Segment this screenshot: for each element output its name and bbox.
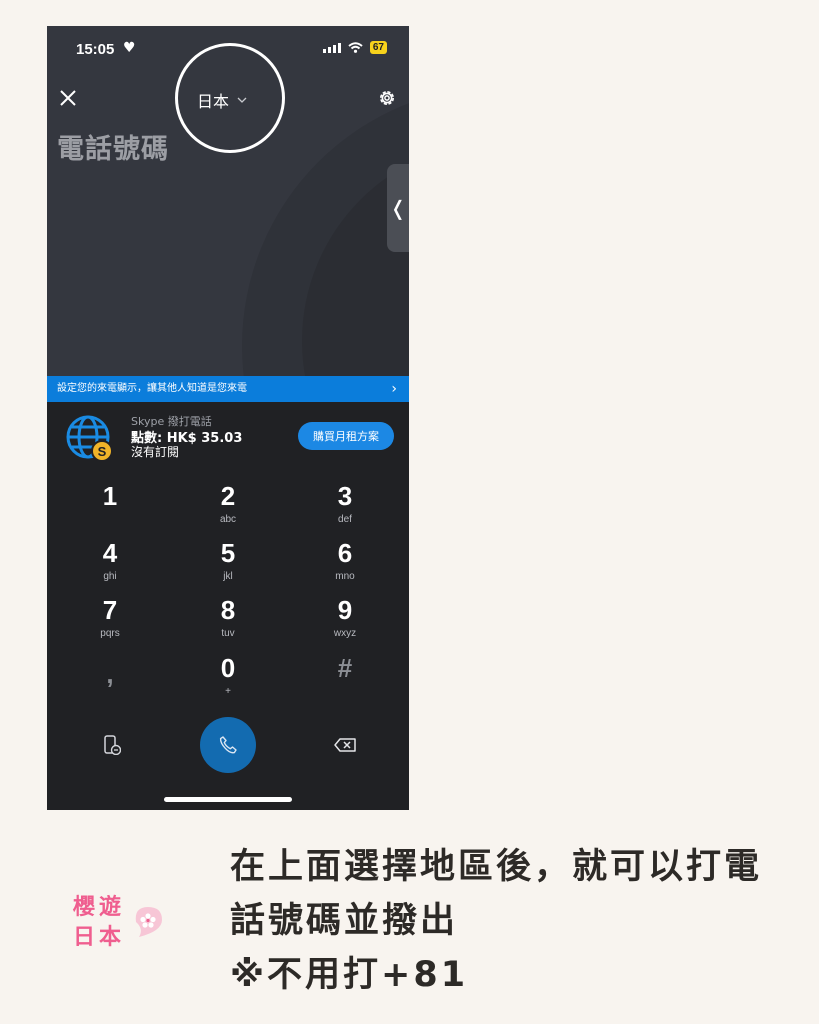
logo-line-2: 日本 [73,925,126,950]
page-title: 電話號碼 [57,134,169,165]
key-9[interactable]: 9 wxyz [305,595,385,651]
banner-text: 設定您的來電顯示，讓其他人知道是您來電 [57,383,247,394]
side-panel-handle[interactable]: ❬ [387,164,409,252]
site-logo: 櫻遊 日本 [73,893,125,953]
key-letters: wxyz [333,628,357,639]
key-letters: def [338,514,352,525]
caption-line-1: 在上面選擇地區後，就可以打電 [230,847,763,887]
svg-text:S: S [98,444,107,459]
key-letters: ghi [103,571,117,582]
key-6[interactable]: 6 mno [305,538,385,594]
key-letters: jkl [223,571,233,582]
caption-line-3: ※不用打+81 [230,955,469,995]
key-0[interactable]: 0 + [188,653,268,709]
key-5[interactable]: 5 jkl [188,538,268,594]
key-3[interactable]: 3 def [305,481,385,537]
dialer-header-area: 15:05 ♥ 67 日本 電話號碼 ❬ [47,26,409,376]
caller-id-banner[interactable]: 設定您的來電顯示，讓其他人知道是您來電 › [47,376,409,402]
backspace-icon[interactable] [332,733,358,757]
key-digit: 1 [102,481,118,511]
key-hash[interactable]: # [305,653,385,709]
key-letters: + [225,686,231,697]
key-digit: 5 [220,538,236,568]
sakura-logo-icon [135,907,162,937]
close-icon[interactable] [57,87,79,109]
key-4[interactable]: 4 ghi [70,538,150,594]
signal-icon [322,42,341,53]
key-digit: , [106,659,114,689]
highlight-circle [175,43,285,153]
chevron-right-icon: › [391,381,397,397]
key-digit: 6 [337,538,353,568]
phone-icon [219,736,237,754]
gear-icon[interactable] [375,86,399,110]
key-digit: 7 [102,595,118,625]
logo-line-1: 櫻遊 [73,895,126,920]
key-7[interactable]: 7 pqrs [70,595,150,651]
key-letters: mno [335,571,355,582]
key-digit: 0 [220,653,236,683]
caption-line-2: 話號碼並撥出 [230,901,459,941]
key-2[interactable]: 2 abc [188,481,268,537]
instruction-caption: 在上面選擇地區後，就可以打電 話號碼並撥出 ※不用打+81 [230,840,800,1002]
key-digit: 4 [102,538,118,568]
home-indicator [164,797,292,802]
phone-credit-icon[interactable] [100,733,124,757]
buy-plan-button[interactable]: 購買月租方案 [298,422,394,450]
key-digit: 2 [220,481,236,511]
skype-globe-icon: S [66,415,113,462]
call-button[interactable] [200,717,256,773]
credit-panel: S Skype 撥打電話 點數: HK$ 35.03 沒有訂閱 購買月租方案 [47,402,409,472]
key-letters: tuv [221,628,235,639]
key-letters: pqrs [100,628,120,639]
key-8[interactable]: 8 tuv [188,595,268,651]
heart-icon: ♥ [123,40,136,56]
key-digit: 9 [337,595,353,625]
key-digit: 3 [337,481,353,511]
status-icons: 67 [322,41,387,54]
wifi-icon [348,42,363,53]
key-1[interactable]: 1 [70,481,150,537]
status-time: 15:05 [76,41,115,58]
key-letters: abc [219,514,237,525]
key-comma[interactable]: , [70,659,150,715]
subscription-status: 沒有訂閱 [131,445,180,459]
phone-screenshot: 15:05 ♥ 67 日本 電話號碼 ❬ 設定您的來電顯示，讓其他人知道是您來電… [47,26,409,810]
key-digit: 8 [220,595,236,625]
battery-icon: 67 [369,41,387,54]
key-digit: # [337,653,353,683]
